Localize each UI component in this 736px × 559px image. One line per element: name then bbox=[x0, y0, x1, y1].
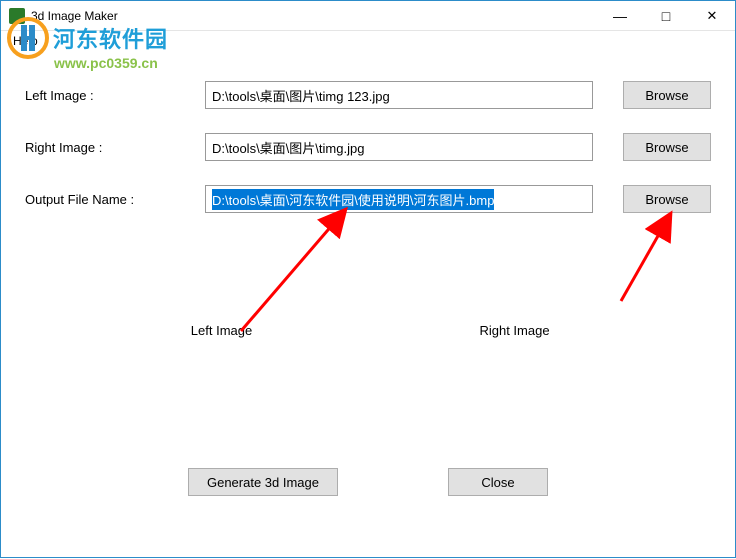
main-content: Left Image : Browse Right Image : Browse… bbox=[1, 51, 735, 516]
right-image-input[interactable] bbox=[205, 133, 593, 161]
browse-left-button[interactable]: Browse bbox=[623, 81, 711, 109]
right-image-label: Right Image : bbox=[25, 140, 205, 155]
preview-left-label: Left Image bbox=[75, 323, 368, 338]
generate-button[interactable]: Generate 3d Image bbox=[188, 468, 338, 496]
left-image-row: Left Image : Browse bbox=[25, 81, 711, 109]
close-dialog-button[interactable]: Close bbox=[448, 468, 548, 496]
output-file-input[interactable]: D:\tools\桌面\河东软件园\使用说明\河东图片.bmp bbox=[205, 185, 593, 213]
browse-right-button[interactable]: Browse bbox=[623, 133, 711, 161]
left-image-input[interactable] bbox=[205, 81, 593, 109]
bottom-actions: Generate 3d Image Close bbox=[25, 468, 711, 496]
minimize-button[interactable]: — bbox=[597, 1, 643, 31]
left-image-label: Left Image : bbox=[25, 88, 205, 103]
preview-right-label: Right Image bbox=[368, 323, 661, 338]
maximize-button[interactable]: □ bbox=[643, 1, 689, 31]
output-file-value: D:\tools\桌面\河东软件园\使用说明\河东图片.bmp bbox=[212, 189, 494, 210]
titlebar: 3d Image Maker — □ ✕ bbox=[1, 1, 735, 31]
menu-help[interactable]: Help bbox=[7, 32, 44, 50]
close-button[interactable]: ✕ bbox=[689, 1, 735, 31]
app-icon bbox=[9, 8, 25, 24]
output-file-label: Output File Name : bbox=[25, 192, 205, 207]
window-controls: — □ ✕ bbox=[597, 1, 735, 31]
menubar: Help bbox=[1, 31, 735, 51]
browse-output-button[interactable]: Browse bbox=[623, 185, 711, 213]
window-title: 3d Image Maker bbox=[31, 9, 118, 23]
preview-row: Left Image Right Image bbox=[25, 323, 711, 338]
output-file-row: Output File Name : D:\tools\桌面\河东软件园\使用说… bbox=[25, 185, 711, 213]
right-image-row: Right Image : Browse bbox=[25, 133, 711, 161]
